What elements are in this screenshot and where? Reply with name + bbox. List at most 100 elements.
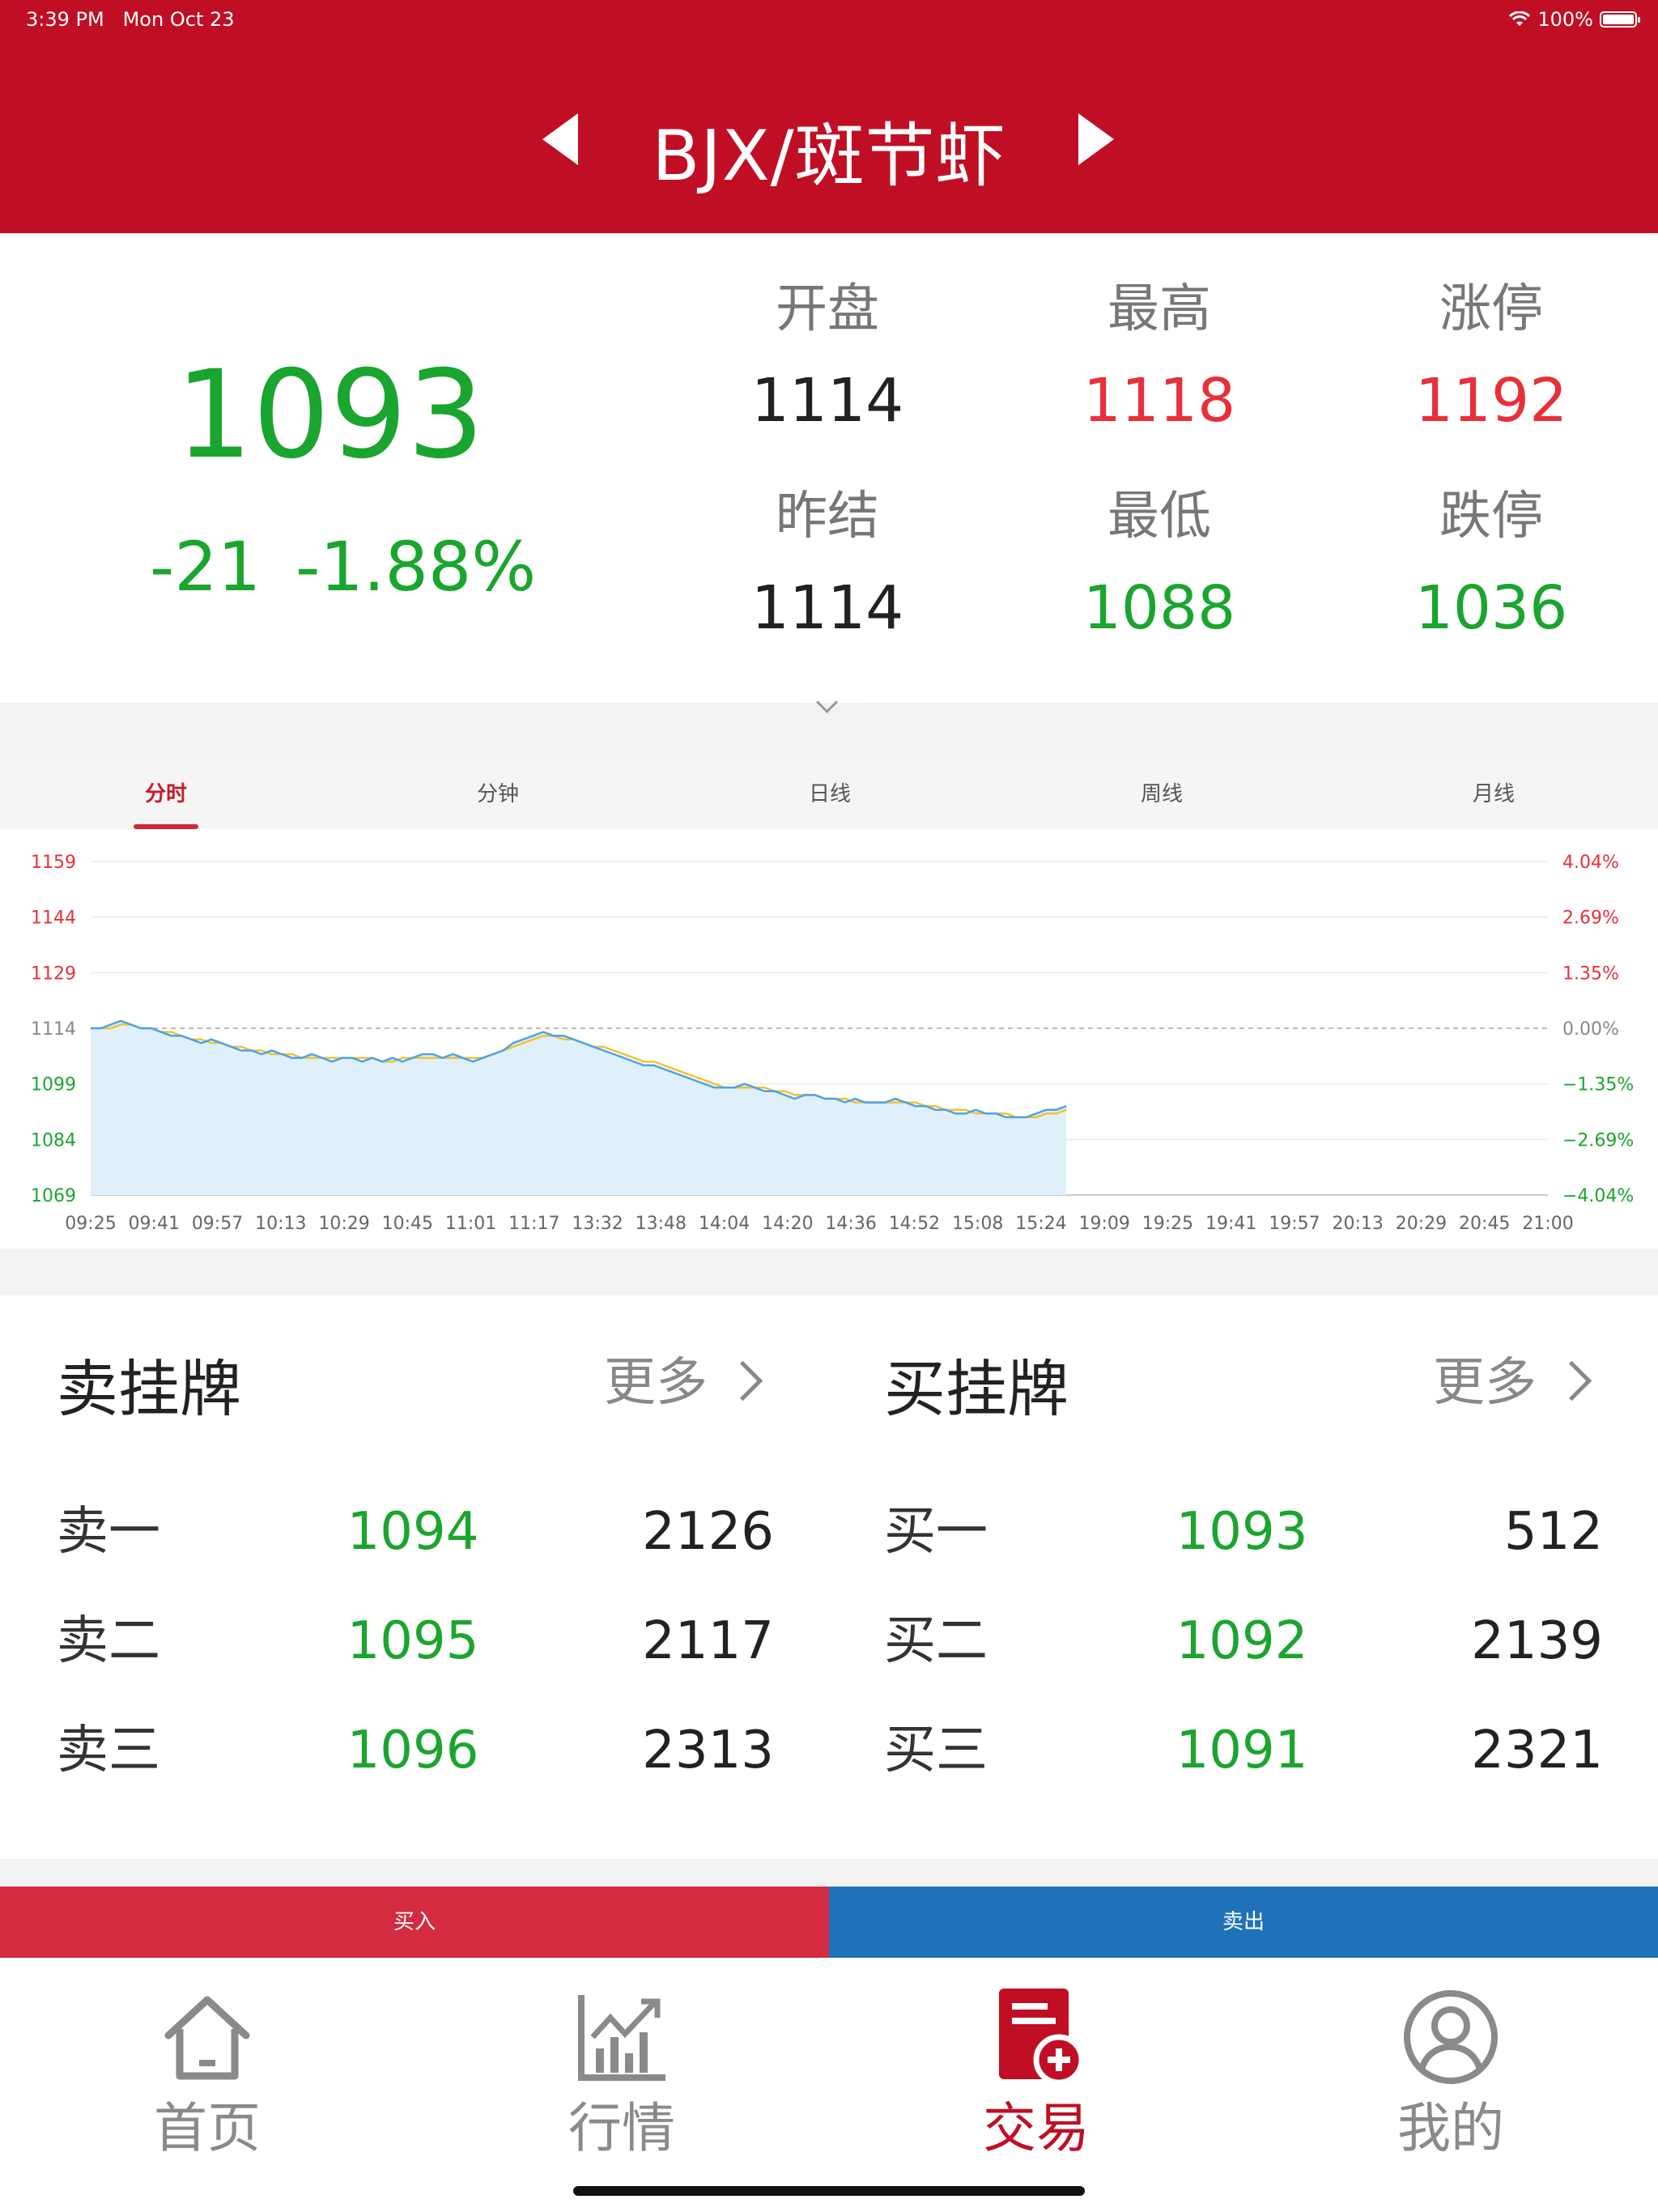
- x-tick-label: 21:00: [1522, 1214, 1573, 1234]
- x-tick-label: 10:45: [382, 1214, 433, 1234]
- level-volume: 2321: [1471, 1721, 1603, 1780]
- profile-icon: [1404, 1990, 1498, 2084]
- tab-minute[interactable]: 分钟: [332, 759, 664, 829]
- x-tick-label: 19:57: [1269, 1214, 1320, 1234]
- market-chart-icon: [578, 1995, 665, 2081]
- buy-more-link[interactable]: 更多: [1433, 1357, 1537, 1409]
- y-tick-label-percent: −4.04%: [1562, 1186, 1634, 1206]
- x-tick-label: 11:01: [445, 1214, 496, 1234]
- order-book: 卖挂牌 更多 买挂牌 更多 卖一 1094 2126 卖二 1095 2117 …: [0, 1295, 1658, 1859]
- sell-more-link[interactable]: 更多: [604, 1357, 708, 1409]
- home-indicator: [573, 2186, 1085, 2196]
- x-tick-label: 13:32: [572, 1214, 623, 1234]
- home-icon: [164, 1996, 250, 2080]
- stat-limit-up: 涨停 1192: [1370, 283, 1613, 431]
- x-tick-label: 13:48: [636, 1214, 687, 1234]
- x-tick-label: 09:41: [129, 1214, 180, 1234]
- tabbar-label: 行情: [568, 2097, 675, 2159]
- chevron-down-icon[interactable]: [816, 691, 838, 713]
- chevron-right-icon[interactable]: [722, 1360, 763, 1402]
- level-name: 卖一: [57, 1502, 160, 1562]
- y-tick-label-percent: 4.04%: [1562, 853, 1619, 873]
- y-tick-label-percent: −1.35%: [1562, 1075, 1634, 1095]
- chevron-right-icon[interactable]: [1551, 1360, 1592, 1402]
- x-tick-label: 19:25: [1142, 1214, 1193, 1234]
- stat-value: 1036: [1414, 573, 1568, 643]
- chart-canvas: 1159 4.04% 1144 2.69% 1129 1.35% 1114 0.00% 1099…: [31, 853, 1634, 1234]
- tabbar-item-trade[interactable]: 交易: [829, 1958, 1244, 2193]
- stat-label: 跌停: [1439, 487, 1543, 547]
- stat-value: 1118: [1082, 366, 1236, 436]
- x-tick-label: 14:20: [762, 1214, 813, 1234]
- tabbar-item-profile[interactable]: 我的: [1244, 1958, 1658, 2193]
- x-tick-label: 14:04: [699, 1214, 750, 1234]
- stat-value: 1114: [750, 366, 904, 436]
- stat-prev-settle: 昨结 1114: [706, 491, 949, 638]
- x-tick-label: 19:09: [1078, 1214, 1129, 1234]
- stat-high: 最高 1118: [1038, 283, 1281, 431]
- stat-value: 1192: [1414, 366, 1568, 436]
- price-change: -21: [150, 527, 261, 606]
- buy-book-title: 买挂牌: [884, 1353, 1069, 1425]
- sell-button[interactable]: 卖出: [829, 1887, 1658, 1958]
- y-tick-label: 1069: [31, 1186, 76, 1206]
- tabbar-item-home[interactable]: 首页: [0, 1958, 414, 2193]
- bottom-tab-bar: 首页 行情 交易 我的: [0, 1958, 1658, 2212]
- header-bar: BJX/斑节虾: [0, 39, 1658, 233]
- tabbar-item-market[interactable]: 行情: [414, 1958, 829, 2193]
- stat-limit-down: 跌停 1036: [1370, 491, 1613, 638]
- x-tick-label: 20:29: [1396, 1214, 1447, 1234]
- y-tick-label: 1114: [31, 1019, 76, 1040]
- y-tick-label: 1084: [31, 1130, 76, 1151]
- last-price: 1093: [175, 345, 485, 486]
- level-volume: 2126: [642, 1502, 774, 1562]
- tabbar-label: 我的: [1397, 2097, 1504, 2159]
- y-tick-label-percent: −2.69%: [1562, 1130, 1634, 1151]
- x-tick-label: 09:57: [192, 1214, 243, 1234]
- buy-button[interactable]: 买入: [0, 1887, 829, 1958]
- level-name: 买二: [884, 1611, 988, 1671]
- level-price: 1092: [1175, 1611, 1308, 1671]
- tab-weekly[interactable]: 周线: [996, 759, 1328, 829]
- sell-book-title: 卖挂牌: [57, 1353, 241, 1425]
- x-tick-label: 10:29: [318, 1214, 369, 1234]
- stat-value: 1114: [750, 573, 904, 643]
- level-price: 1091: [1175, 1721, 1308, 1780]
- level-name: 买一: [884, 1502, 988, 1562]
- page-title: BJX/斑节虾: [652, 116, 1006, 197]
- level-name: 买三: [884, 1721, 988, 1780]
- stat-low: 最低 1088: [1038, 491, 1281, 638]
- tab-daily[interactable]: 日线: [664, 759, 996, 829]
- stat-open: 开盘 1114: [706, 283, 949, 431]
- level-price: 1096: [346, 1721, 479, 1780]
- x-tick-label: 15:08: [952, 1214, 1003, 1234]
- stat-value: 1088: [1082, 573, 1236, 643]
- y-tick-label: 1129: [31, 963, 76, 984]
- tabbar-label: 交易: [983, 2097, 1090, 2159]
- status-indicators: 100%: [1508, 8, 1640, 31]
- divider: [866, 703, 1658, 704]
- level-name: 卖二: [57, 1611, 160, 1671]
- status-bar: 3:39 PM Mon Oct 23 100%: [0, 0, 1658, 39]
- x-tick-label: 20:45: [1459, 1214, 1510, 1234]
- level-volume: 512: [1503, 1502, 1603, 1562]
- caret-right-icon[interactable]: [1078, 113, 1114, 165]
- level-volume: 2313: [642, 1721, 774, 1780]
- status-time: 3:39 PM Mon Oct 23: [26, 8, 235, 31]
- x-tick-label: 19:41: [1205, 1214, 1256, 1234]
- tab-monthly[interactable]: 月线: [1328, 759, 1658, 829]
- level-price: 1095: [346, 1611, 479, 1671]
- battery-percent: 100%: [1537, 8, 1593, 31]
- stat-label: 最高: [1107, 279, 1211, 339]
- y-tick-label: 1144: [31, 908, 76, 929]
- level-volume: 2117: [642, 1611, 774, 1671]
- tabbar-label: 首页: [154, 2097, 261, 2159]
- stat-label: 最低: [1107, 487, 1211, 547]
- chart-tabs: 分时 分钟 日线 周线 月线: [0, 759, 1658, 829]
- y-tick-label: 1099: [31, 1075, 76, 1095]
- level-price: 1093: [1175, 1502, 1308, 1562]
- x-tick-label: 15:24: [1015, 1214, 1066, 1234]
- y-tick-label-percent: 1.35%: [1562, 963, 1619, 984]
- intraday-chart[interactable]: 1159 4.04% 1144 2.69% 1129 1.35% 1114 0.00% 1099…: [0, 829, 1658, 1249]
- tab-intraday[interactable]: 分时: [0, 759, 332, 829]
